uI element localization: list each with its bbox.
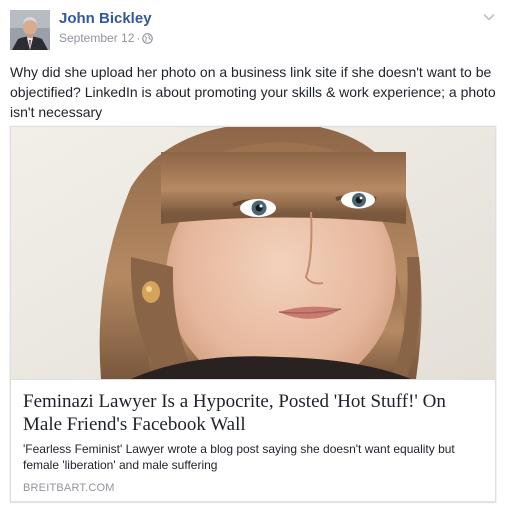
globe-icon[interactable] [142, 32, 154, 48]
post-text: Why did she upload her photo on a busine… [10, 64, 496, 120]
author-name-link[interactable]: John Bickley [59, 10, 152, 28]
post-meta: September 12 · [59, 30, 154, 48]
meta-separator: · [136, 31, 141, 45]
facebook-post: John Bickley September 12 · Why did she u… [0, 0, 506, 510]
post-timestamp-link[interactable]: September 12 [59, 31, 134, 45]
author-avatar-photo [10, 10, 50, 50]
share-description: 'Fearless Feminist' Lawyer wrote a blog … [23, 442, 455, 472]
author-avatar[interactable] [10, 10, 50, 50]
share-image[interactable] [11, 127, 495, 379]
link-share-card[interactable]: Feminazi Lawyer Is a Hypocrite, Posted '… [10, 126, 496, 502]
share-domain: BREITBART.COM [23, 482, 115, 494]
share-body: Feminazi Lawyer Is a Hypocrite, Posted '… [11, 379, 495, 501]
chevron-down-icon[interactable] [482, 10, 496, 24]
share-image-photo [11, 127, 495, 379]
share-title[interactable]: Feminazi Lawyer Is a Hypocrite, Posted '… [23, 390, 483, 436]
